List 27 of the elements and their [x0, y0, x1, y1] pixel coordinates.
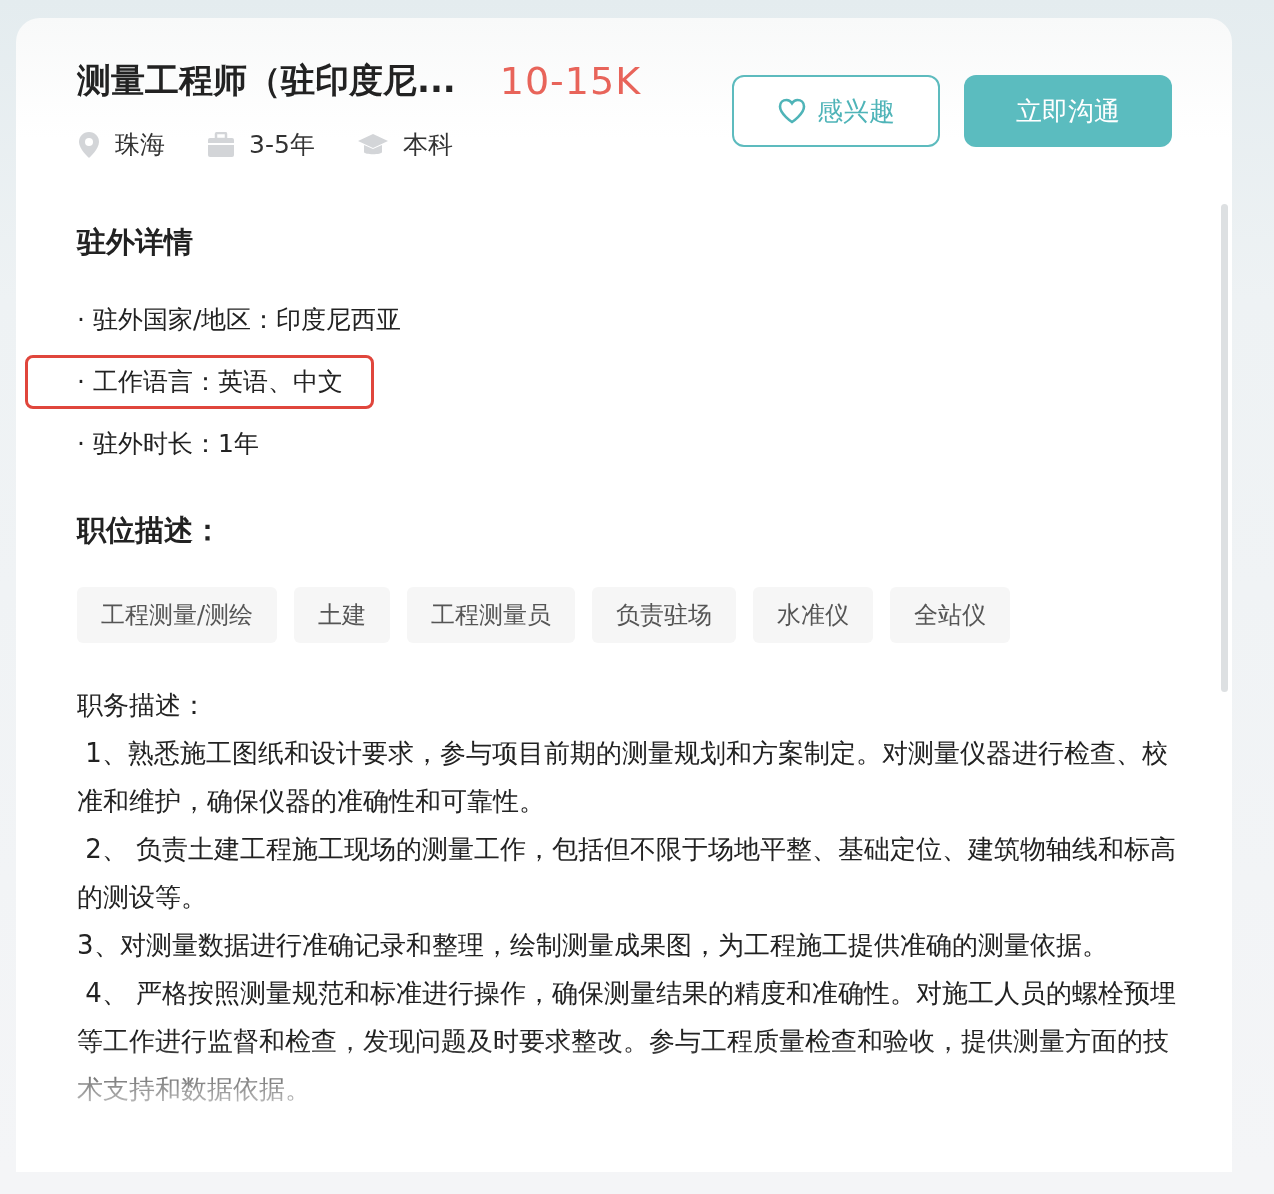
description-paragraph: 3、对测量数据进行准确记录和整理，绘制测量成果图，为工程施工提供准确的测量依据。 — [77, 929, 1109, 962]
detail-item: · 工作语言：英语、中文 — [25, 355, 374, 409]
meta-text: 珠海 — [115, 129, 165, 161]
skill-tag: 水准仪 — [753, 587, 874, 643]
description-paragraph: 4、 严格按照测量规范和标准进行操作，确保测量结果的精度和准确性。对施工人员的螺栓预埋等工作进行监督和检查，发现问题及时要求整改。参与工程质量检查和验收，提供测量方面的技术支持和数据依据。 — [77, 977, 1177, 1106]
description-paragraph: 1、熟悉施工图纸和设计要求，参与项目前期的测量规划和方案制定。对测量仪器进行检查、校准和维护，确保仪器的准确性和可靠性。 — [77, 737, 1169, 818]
skill-tag: 工程测量员 — [407, 587, 576, 643]
salary: 10-15K — [499, 59, 642, 103]
job-title: 测量工程师（驻印度尼... — [77, 59, 456, 102]
briefcase-icon — [207, 131, 235, 158]
chat-button[interactable]: 立即沟通 — [964, 75, 1172, 147]
description-paragraph: 职务描述： — [77, 689, 208, 722]
skill-tag: 负责驻场 — [592, 587, 737, 643]
detail-item: · 驻外国家/地区：印度尼西亚 — [76, 304, 403, 336]
skill-tag: 全站仪 — [890, 587, 1011, 643]
skill-tag: 土建 — [294, 587, 391, 643]
meta-text: 3-5年 — [249, 129, 315, 161]
skill-tag: 工程测量/测绘 — [77, 587, 278, 643]
detail-item: · 驻外时长：1年 — [76, 428, 260, 460]
location-pin-icon — [77, 130, 101, 159]
section-heading: 职位描述： — [77, 512, 223, 549]
meta-text: 本科 — [402, 129, 453, 161]
interest-button[interactable]: 感兴趣 — [732, 75, 940, 147]
heart-icon — [777, 97, 807, 125]
description-paragraph: 2、 负责土建工程施工现场的测量工作，包括但不限于场地平整、基础定位、建筑物轴线和标高的测设等。 — [77, 833, 1177, 914]
section-heading: 驻外详情 — [77, 224, 194, 261]
scrollbar[interactable] — [1221, 204, 1228, 692]
